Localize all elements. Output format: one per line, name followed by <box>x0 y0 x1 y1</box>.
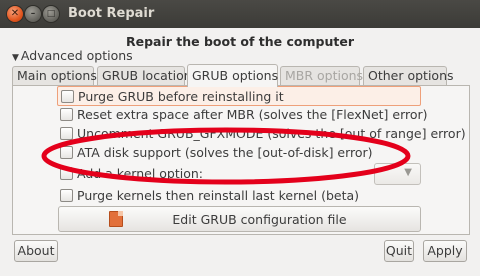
option-label: Add a kernel option: <box>77 166 204 181</box>
close-window-icon[interactable] <box>7 6 23 22</box>
page-heading: Repair the boot of the computer <box>125 34 354 49</box>
checkbox[interactable] <box>61 90 74 103</box>
option-label: Reset extra space after MBR (solves the … <box>77 107 428 122</box>
checkbox[interactable] <box>60 146 73 159</box>
title-bar: Boot Repair <box>0 0 480 28</box>
minimize-window-icon[interactable] <box>25 6 41 22</box>
checkbox[interactable] <box>60 108 73 121</box>
option-label: Uncomment GRUB_GFXMODE (solves the [out … <box>77 126 466 141</box>
about-button[interactable]: About <box>14 240 58 262</box>
checkbox[interactable] <box>60 167 73 180</box>
quit-button[interactable]: Quit <box>384 240 414 262</box>
tab-other-options[interactable]: Other options <box>363 66 454 86</box>
tab-main-options[interactable]: Main options <box>12 66 97 86</box>
option-label: ATA disk support (solves the [out-of-dis… <box>77 145 373 160</box>
checkbox[interactable] <box>60 189 73 202</box>
advanced-options-expander[interactable]: ▼ Advanced options <box>12 48 133 63</box>
window-title: Boot Repair <box>68 6 155 21</box>
edit-grub-config-button[interactable]: Edit GRUB configuration file <box>58 206 421 232</box>
expander-label: Advanced options <box>20 48 133 63</box>
option-purge-grub[interactable]: Purge GRUB before reinstalling it <box>57 86 421 106</box>
option-label: Purge GRUB before reinstalling it <box>78 89 284 104</box>
chevron-down-icon: ▼ <box>404 167 412 178</box>
option-label: Purge kernels then reinstall last kernel… <box>77 188 360 203</box>
tab-mbr-options: MBR options <box>280 66 363 86</box>
apply-button[interactable]: Apply <box>423 240 467 262</box>
checkbox[interactable] <box>60 127 73 140</box>
edit-grub-config-label: Edit GRUB configuration file <box>172 212 347 227</box>
tab-grub-options[interactable]: GRUB options <box>187 64 278 87</box>
kernel-option-combo[interactable]: ▼ <box>374 163 421 185</box>
tab-grub-location[interactable]: GRUB location <box>97 66 192 86</box>
expander-arrow-icon: ▼ <box>12 53 19 63</box>
maximize-window-icon[interactable] <box>43 6 59 22</box>
